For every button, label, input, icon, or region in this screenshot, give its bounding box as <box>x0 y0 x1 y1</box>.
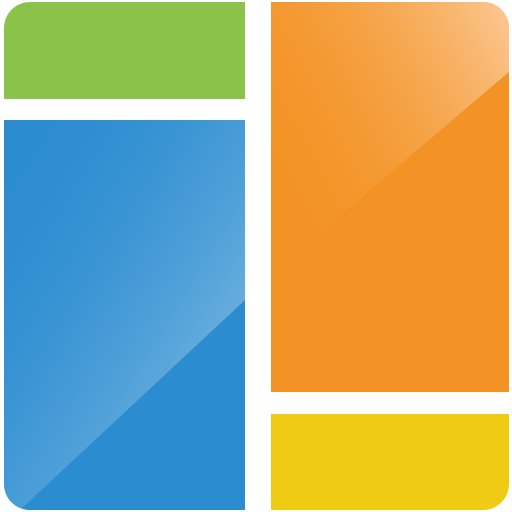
logo-tile-orange-gloss <box>271 2 509 392</box>
logo-tile-yellow <box>271 414 509 510</box>
logo-tile-blue-gloss <box>4 120 245 510</box>
app-logo <box>0 0 512 512</box>
logo-tile-orange <box>271 2 509 392</box>
logo-tile-green <box>4 2 245 99</box>
logo-tile-green-fill <box>4 2 245 99</box>
logo-tile-blue <box>4 120 245 510</box>
logo-tile-yellow-fill <box>271 414 509 510</box>
